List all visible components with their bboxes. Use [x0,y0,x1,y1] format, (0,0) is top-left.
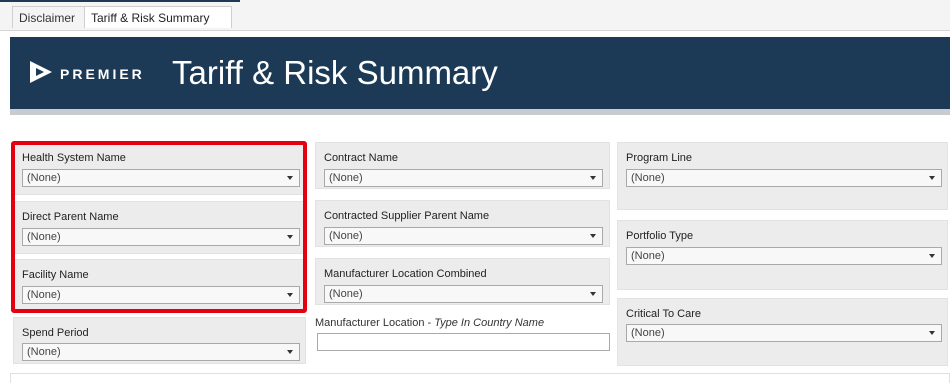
contract-name-label: Contract Name [324,152,398,164]
manufacturer-location-label: Manufacturer Location - Type In Country … [315,317,545,329]
chevron-down-icon [590,176,596,180]
filter-program-line: Program Line (None) [617,142,948,210]
premier-logo-icon [30,61,52,83]
tab-bar: Disclaimer Tariff & Risk Summary [0,0,950,31]
contracted-supplier-parent-name-label: Contracted Supplier Parent Name [324,210,490,222]
chevron-down-icon [590,292,596,296]
filter-contract-name: Contract Name (None) [315,142,610,189]
bottom-panel [10,373,950,383]
filter-manufacturer-location-combined: Manufacturer Location Combined (None) [315,258,610,305]
page-title: Tariff & Risk Summary [172,54,498,91]
contract-name-value: (None) [329,172,363,184]
program-line-label: Program Line [626,152,693,164]
filter-manufacturer-location: Manufacturer Location - Type In Country … [315,315,611,355]
manufacturer-location-hint: Type In Country Name [434,317,545,329]
chevron-down-icon [929,176,935,180]
manufacturer-location-combined-dropdown[interactable]: (None) [324,285,603,303]
contract-name-dropdown[interactable]: (None) [324,169,603,187]
chevron-down-icon [929,331,935,335]
manufacturer-location-combined-label: Manufacturer Location Combined [324,268,487,280]
program-line-value: (None) [631,172,665,184]
filter-contracted-supplier-parent-name: Contracted Supplier Parent Name (None) [315,200,610,247]
manufacturer-location-input[interactable] [317,333,610,351]
chevron-down-icon [287,350,293,354]
critical-to-care-value: (None) [631,327,665,339]
header-banner: PREMIER Tariff & Risk Summary [10,37,950,109]
highlight-box [11,141,307,313]
filter-portfolio-type: Portfolio Type (None) [617,220,948,290]
spend-period-label: Spend Period [22,327,89,339]
filter-spend-period: Spend Period (None) [13,317,306,364]
filter-critical-to-care: Critical To Care (None) [617,298,948,366]
program-line-dropdown[interactable]: (None) [626,169,942,187]
critical-to-care-dropdown[interactable]: (None) [626,324,942,342]
portfolio-type-label: Portfolio Type [626,230,694,242]
contracted-supplier-parent-name-dropdown[interactable]: (None) [324,227,603,245]
header-underline [10,109,950,115]
spend-period-value: (None) [27,346,61,358]
portfolio-type-dropdown[interactable]: (None) [626,247,942,265]
contracted-supplier-parent-name-value: (None) [329,230,363,242]
spend-period-dropdown[interactable]: (None) [22,343,300,361]
chevron-down-icon [590,234,596,238]
brand-name: PREMIER [60,66,145,82]
tab-disclaimer[interactable]: Disclaimer [12,6,84,28]
portfolio-type-value: (None) [631,250,665,262]
manufacturer-location-combined-value: (None) [329,288,363,300]
chevron-down-icon [929,254,935,258]
tab-tariff-risk-summary[interactable]: Tariff & Risk Summary [84,6,232,28]
critical-to-care-label: Critical To Care [626,308,701,320]
